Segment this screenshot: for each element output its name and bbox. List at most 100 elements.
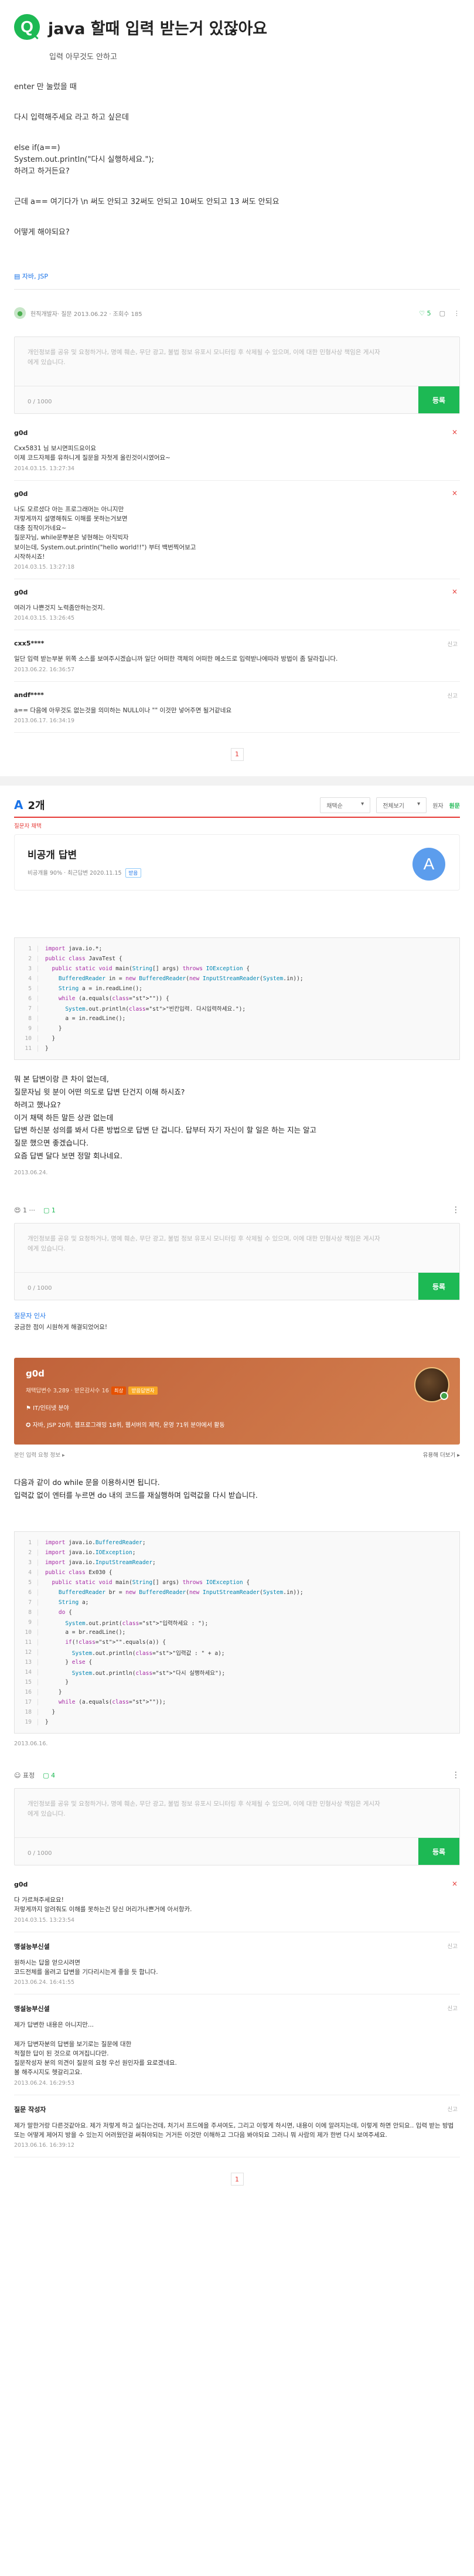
- comment-author[interactable]: 질문 작성자: [14, 2105, 460, 2114]
- emoji-reaction-button[interactable]: ☺ 표정: [14, 1770, 35, 1780]
- comment-author[interactable]: g0d: [14, 589, 460, 596]
- comment-author[interactable]: cxx5****: [14, 640, 460, 647]
- sort-select[interactable]: 채택순 ▾: [320, 797, 371, 813]
- comment-input[interactable]: 개인정보를 공유 및 요청하거나, 명예 훼손, 무단 광고, 불법 정보 유포…: [15, 337, 397, 378]
- question-body-line: enter 만 눌렀을 때: [14, 83, 77, 91]
- emoji-reaction-button[interactable]: 😍 1 ···: [14, 1207, 35, 1214]
- answer2-comment-button[interactable]: ▢ 4: [43, 1772, 55, 1779]
- comment-author[interactable]: g0d: [14, 490, 460, 498]
- page-1-button[interactable]: 1: [230, 747, 244, 761]
- comment-item: g0d Cxx5831 님 보시면피드요이요 이제 코드자체를 유하니게 질문을 …: [14, 420, 460, 481]
- page: Q java 할때 입력 받는거 있잖아요 입력 아무것도 안하고 enter …: [0, 0, 474, 2576]
- author-avatar[interactable]: ●: [14, 307, 26, 319]
- request-info-link[interactable]: 본인 입력 요청 정보 ▸: [14, 1450, 65, 1459]
- report-button[interactable]: 신고: [448, 691, 458, 699]
- answer1-reactions: 😍 1 ··· ▢ 1 ⋮: [14, 1205, 460, 1215]
- more-icon[interactable]: ⋮: [453, 310, 460, 317]
- code-line: 4 public class Ex030 {: [15, 1568, 459, 1578]
- answer2-comment-box[interactable]: 개인정보를 공유 및 요청하거나, 명예 훼손, 무단 광고, 불법 정보 유포…: [14, 1788, 460, 1866]
- report-button[interactable]: 신고: [448, 640, 458, 648]
- line-number: 19: [15, 1719, 38, 1726]
- pagination: 1: [14, 733, 460, 776]
- chevron-down-icon: ▾: [417, 800, 421, 807]
- answer2-author-card: g0d 채택답변수 3,289 · 받은감사수 16 최상 받음답변자 ⚑ IT/인…: [14, 1358, 460, 1445]
- code-text: do {: [58, 1609, 72, 1616]
- code-line: 5 String a = in.readLine();: [15, 984, 459, 994]
- comment-icon[interactable]: ▢: [439, 310, 445, 317]
- badge-chip: 받음답변자: [128, 1386, 158, 1395]
- answer1-comment-box[interactable]: 개인정보를 공유 및 요청하거나, 명예 훼손, 무단 광고, 불법 정보 유포…: [14, 1223, 460, 1301]
- report-button[interactable]: 신고: [448, 2105, 458, 2113]
- submit-comment-button[interactable]: 등록: [418, 386, 459, 413]
- like-button[interactable]: ♡ 5: [419, 310, 431, 317]
- line-number: 1: [15, 945, 38, 952]
- section-separator: [0, 776, 474, 786]
- close-icon[interactable]: ×: [452, 1880, 458, 1888]
- submit-comment-button[interactable]: 등록: [418, 1273, 459, 1300]
- comment-text: 원하시는 답을 얻으시려면 코드전체를 올려고 답변을 기다리시는게 좋을 듯 …: [14, 1959, 158, 1976]
- close-icon[interactable]: ×: [452, 428, 458, 436]
- page-1-button[interactable]: 1: [230, 2173, 244, 2186]
- code-text: } else {: [45, 1659, 93, 1666]
- more-icon[interactable]: ⋮: [452, 1770, 460, 1780]
- comment-author[interactable]: andf****: [14, 691, 460, 699]
- answer1-comment-button[interactable]: ▢ 1: [43, 1207, 56, 1214]
- report-button[interactable]: 신고: [448, 2004, 458, 2012]
- line-number: 4: [15, 975, 38, 982]
- code-line: 7 String a;: [15, 1598, 459, 1608]
- comment-date: 2013.06.24. 16:41:55: [14, 1979, 75, 1986]
- close-icon[interactable]: ×: [452, 587, 458, 596]
- code-line: 5 public static void main(String[] args)…: [15, 1578, 459, 1588]
- filter-select[interactable]: 전체보기 ▾: [376, 797, 427, 813]
- more-icon[interactable]: ⋮: [452, 1205, 460, 1215]
- line-number: 8: [15, 1015, 38, 1022]
- code-text: public class Ex030 {: [45, 1569, 112, 1576]
- close-icon[interactable]: ×: [452, 489, 458, 497]
- comment-item: cxx5**** 일단 입력 받는부분 위쪽 소스를 보여주시겠습니까 일단 어떠…: [14, 630, 460, 682]
- code-text: public static void main(String[] args) t…: [52, 1579, 250, 1586]
- original-toggle[interactable]: 원문: [449, 801, 460, 810]
- line-number: 9: [15, 1025, 38, 1032]
- author-name[interactable]: 헌직개발자: [30, 309, 57, 318]
- code-line: 9 }: [15, 1024, 459, 1034]
- comment-author[interactable]: 맹설능부신셜: [14, 1942, 460, 1951]
- char-count: 0 / 1000: [28, 1285, 52, 1292]
- question-body-line: [14, 178, 460, 196]
- report-button[interactable]: 신고: [448, 1942, 458, 1950]
- code-text: String a = in.readLine();: [58, 985, 142, 992]
- answer2-body: 다음과 같이 do while 문을 이용하시면 됩니다. 입력값 없이 엔터를 …: [0, 1476, 474, 2201]
- code-line: 7 System.out.println(class="st">"빈칸입력. 다…: [15, 1004, 459, 1014]
- code-text: import java.io.IOException;: [45, 1549, 136, 1557]
- code-text: public static void main(String[] args) t…: [52, 965, 250, 972]
- line-number: 4: [15, 1569, 38, 1576]
- line-number: 1: [15, 1540, 38, 1547]
- comment-item: g0d 여러가 나쁜것지 노력좀안하는것지. 2014.03.15. 13:26:4…: [14, 579, 460, 631]
- comment-author[interactable]: g0d: [14, 1881, 460, 1888]
- line-number: 6: [15, 1589, 38, 1596]
- comment-input[interactable]: 개인정보를 공유 및 요청하거나, 명예 훼손, 무단 광고, 불법 정보 유포…: [15, 1789, 397, 1830]
- line-number: 2: [15, 1549, 38, 1557]
- more-answers-link[interactable]: 유용해 더보기 ▸: [423, 1450, 460, 1459]
- code-line: 19}: [15, 1717, 459, 1727]
- question-body-line: 다시 입력해주세요 라고 하고 싶은데: [14, 113, 129, 122]
- folder-icon: ▤: [14, 273, 22, 280]
- code-line: 13 } else {: [15, 1657, 459, 1667]
- code-line: 10 }: [15, 1034, 459, 1044]
- answer1-text: 뭐 본 답변이랑 큰 차이 없는데, 질문자님 윗 분이 어떤 의도로 답변 단건…: [14, 1073, 460, 1163]
- comment-box[interactable]: 개인정보를 공유 및 요청하거나, 명예 훼손, 무단 광고, 불법 정보 유포…: [14, 337, 460, 414]
- comment-date: 2013.06.17. 16:34:19: [14, 717, 75, 724]
- submit-comment-button[interactable]: 등록: [418, 1838, 459, 1865]
- comment-author[interactable]: g0d: [14, 429, 460, 437]
- tag-link[interactable]: ▤ 자바, JSP: [14, 271, 460, 281]
- answer-text-line: 뭐 본 답변이랑 큰 차이 없는데,: [14, 1074, 109, 1083]
- comment-author[interactable]: 맹설능부신셜: [14, 2004, 460, 2013]
- comment-input[interactable]: 개인정보를 공유 및 요청하거나, 명예 훼손, 무단 광고, 불법 정보 유포…: [15, 1224, 397, 1265]
- code-line: 18 }: [15, 1707, 459, 1717]
- online-status-icon: [440, 1392, 448, 1401]
- code-text: if(!class="st">"".equals(a)) {: [65, 1639, 166, 1646]
- comment-author[interactable]: 질문자 인사: [14, 1311, 460, 1320]
- answer2-author-name[interactable]: g0d: [26, 1368, 448, 1379]
- code-line: 3 import java.io.InputStreamReader;: [15, 1558, 459, 1568]
- code-text: String a;: [58, 1599, 89, 1606]
- code-line: 14 System.out.println(class="st">"다시 실행하…: [15, 1667, 459, 1677]
